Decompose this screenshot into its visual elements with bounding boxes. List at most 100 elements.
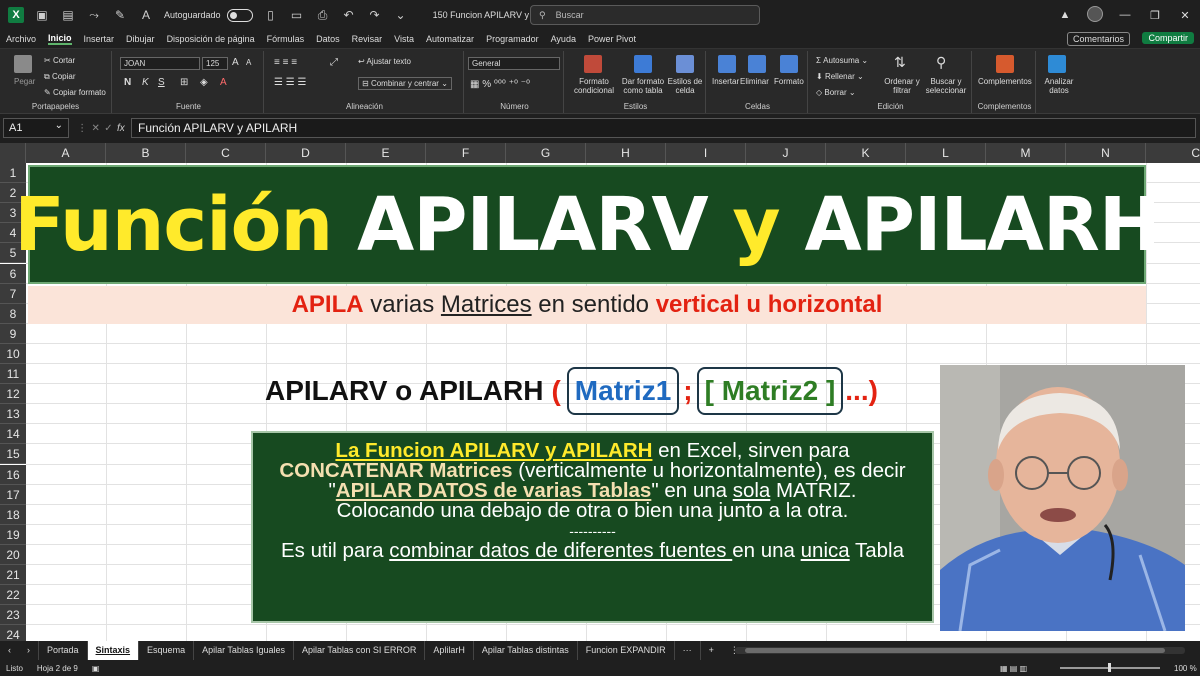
tab-archivo[interactable]: Archivo (6, 34, 36, 44)
open-icon[interactable]: ▭ (289, 7, 305, 23)
tab-dibujar[interactable]: Dibujar (126, 34, 155, 44)
fill-button[interactable]: ⬇ Rellenar ⌄ (816, 72, 864, 81)
clear-button[interactable]: ◇ Borrar ⌄ (816, 88, 856, 97)
add-sheet-icon[interactable]: + (701, 641, 722, 660)
format-cells-icon[interactable] (780, 55, 798, 73)
align-top-icon[interactable]: ≡ ≡ ≡ (274, 57, 297, 68)
customize-icon[interactable]: ⌄ (393, 7, 409, 23)
name-box[interactable]: A1 (3, 117, 69, 138)
formula-input[interactable]: Función APILARV y APILARH (131, 118, 1196, 138)
tab-formulas[interactable]: Fórmulas (267, 34, 305, 44)
number-format-select[interactable]: General (468, 57, 560, 70)
insert-cells-icon[interactable] (718, 55, 736, 73)
wrap-text-button[interactable]: ↩ Ajustar texto (358, 57, 411, 66)
font-color-icon[interactable]: A (138, 7, 154, 23)
row-header[interactable]: 8 (0, 303, 26, 324)
search-input[interactable]: ⚲ Buscar (530, 5, 760, 25)
sheet-tab-apilar-si-error[interactable]: Apilar Tablas con SI ERROR (294, 641, 426, 660)
cut-button[interactable]: ✂ Cortar (44, 56, 75, 65)
redo-icon[interactable]: ↷ (367, 7, 383, 23)
row-header[interactable]: 7 (0, 283, 26, 304)
format-button[interactable]: Formato (774, 77, 804, 86)
tab-disposicion[interactable]: Disposición de página (167, 34, 255, 44)
restore-icon[interactable]: ❐ (1140, 9, 1170, 22)
sheet-tab-aplilarh[interactable]: AplilarH (425, 641, 474, 660)
warning-icon[interactable]: ▲ (1050, 9, 1080, 21)
addins-icon[interactable] (996, 55, 1014, 73)
font-size-select[interactable]: 125 (202, 57, 228, 70)
tab-automatizar[interactable]: Automatizar (426, 34, 474, 44)
format-painter-button[interactable]: ✎ Copiar formato (44, 88, 106, 97)
row-header[interactable]: 10 (0, 343, 26, 364)
conditional-format-button[interactable]: Formato condicional (570, 77, 618, 95)
row-header[interactable]: 1 (0, 163, 26, 184)
sheet-tab-funcion-expandir[interactable]: Funcion EXPANDIR (578, 641, 675, 660)
column-header[interactable]: D (266, 143, 346, 163)
currency-icon[interactable]: ▦ % ⁰⁰⁰ ⁺⁰ ⁻⁰ (470, 79, 530, 90)
column-header[interactable]: G (506, 143, 586, 163)
new-file-icon[interactable]: ▯ (263, 7, 279, 23)
tab-insertar[interactable]: Insertar (84, 34, 115, 44)
tab-power-pivot[interactable]: Power Pivot (588, 34, 636, 44)
delete-button[interactable]: Eliminar (740, 77, 769, 86)
analyze-data-button[interactable]: Analizar datos (1042, 77, 1076, 95)
increase-font-icon[interactable]: A (232, 57, 239, 68)
row-header[interactable]: 9 (0, 323, 26, 344)
borders-icon[interactable]: ⊞ (180, 77, 188, 88)
row-header[interactable]: 22 (0, 585, 26, 606)
align-left-icon[interactable]: ☰ ☰ ☰ (274, 77, 306, 88)
find-icon[interactable]: ⚲ (936, 54, 946, 71)
cell-styles-button[interactable]: Estilos de celda (666, 77, 704, 95)
sheet-tab-apilar-iguales[interactable]: Apilar Tablas Iguales (194, 641, 294, 660)
tab-programador[interactable]: Programador (486, 34, 539, 44)
copy-button[interactable]: ⧉ Copiar (44, 72, 76, 82)
next-sheet-icon[interactable]: › (19, 641, 39, 660)
bold-icon[interactable]: N (124, 77, 131, 88)
fill-color-icon[interactable]: ◈ (200, 77, 208, 88)
format-table-icon[interactable] (634, 55, 652, 73)
zoom-slider-thumb[interactable] (1108, 663, 1111, 672)
sheet-tab-portada[interactable]: Portada (39, 641, 88, 660)
column-header[interactable]: J (746, 143, 826, 163)
view-normal-icon[interactable]: ▦ ▤ ▥ (1000, 664, 1027, 673)
italic-icon[interactable]: K (142, 77, 149, 88)
column-header[interactable]: N (1066, 143, 1146, 163)
row-header[interactable]: 13 (0, 404, 26, 425)
column-header[interactable]: H (586, 143, 666, 163)
paste-icon[interactable] (14, 55, 32, 73)
underline-icon[interactable]: S (158, 77, 165, 88)
decrease-font-icon[interactable]: A (246, 58, 251, 67)
font-name-select[interactable]: JOAN (120, 57, 200, 70)
tab-vista[interactable]: Vista (394, 34, 414, 44)
merge-center-button[interactable]: ⊟ Combinar y centrar ⌄ (358, 77, 452, 90)
format-painter-icon[interactable]: ✎ (112, 7, 128, 23)
print-icon[interactable]: ⎙ (315, 7, 331, 23)
folder-icon[interactable]: ▤ (60, 7, 76, 23)
minimize-icon[interactable]: — (1110, 9, 1140, 21)
find-select-button[interactable]: Buscar y seleccionar (922, 77, 970, 95)
row-header[interactable]: 24 (0, 625, 26, 641)
account-avatar[interactable] (1080, 5, 1110, 25)
format-table-button[interactable]: Dar formato como tabla (620, 77, 666, 95)
column-header[interactable]: B (106, 143, 186, 163)
tab-revisar[interactable]: Revisar (352, 34, 383, 44)
row-header[interactable]: 17 (0, 484, 26, 505)
row-header[interactable]: 20 (0, 544, 26, 565)
row-header[interactable]: 11 (0, 364, 26, 385)
tab-ayuda[interactable]: Ayuda (551, 34, 576, 44)
orientation-icon[interactable]: ⤢ (330, 57, 338, 68)
row-header[interactable]: 14 (0, 424, 26, 445)
column-header[interactable]: F (426, 143, 506, 163)
sheet-tab-apilar-distintas[interactable]: Apilar Tablas distintas (474, 641, 578, 660)
column-header[interactable]: C (1146, 143, 1200, 163)
row-header[interactable]: 21 (0, 565, 26, 586)
comments-button[interactable]: Comentarios (1066, 32, 1130, 46)
save-icon[interactable]: ▣ (34, 7, 50, 23)
row-header[interactable]: 15 (0, 444, 26, 465)
column-header[interactable]: K (826, 143, 906, 163)
cancel-icon[interactable]: ✕ (92, 123, 100, 134)
addins-button[interactable]: Complementos (978, 77, 1032, 86)
share-button[interactable]: Compartir (1142, 32, 1194, 44)
accessibility-icon[interactable]: ▣ (92, 664, 100, 673)
delete-cells-icon[interactable] (748, 55, 766, 73)
